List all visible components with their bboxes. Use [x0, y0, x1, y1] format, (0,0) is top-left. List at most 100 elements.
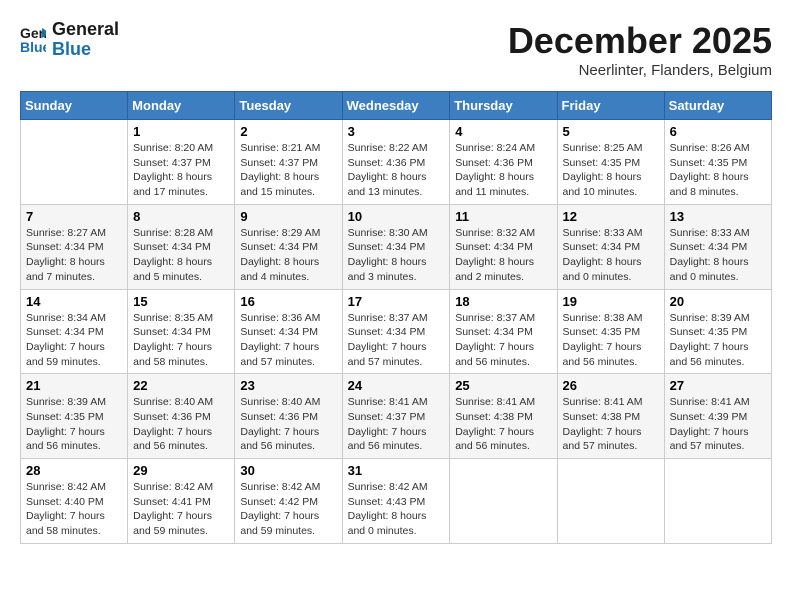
day-info: Sunrise: 8:42 AMSunset: 4:40 PMDaylight:… — [26, 480, 122, 539]
calendar-cell: 17Sunrise: 8:37 AMSunset: 4:34 PMDayligh… — [342, 289, 450, 374]
calendar-cell: 26 Sunrise: 8:41 AMSunset: 4:38 PMDayligh… — [557, 374, 664, 459]
day-info: Sunrise: 8:41 AMSunset: 4:38 PMDaylight:… — [563, 395, 659, 454]
day-info: Sunrise: 8:37 AMSunset: 4:34 PMDaylight:… — [348, 311, 445, 370]
day-number: 10 — [348, 209, 445, 224]
calendar-cell: 31 Sunrise: 8:42 AMSunset: 4:43 PMDayligh… — [342, 459, 450, 544]
calendar-cell: 12 Sunrise: 8:33 AMSunset: 4:34 PMDayligh… — [557, 204, 664, 289]
calendar-cell — [557, 459, 664, 544]
calendar-cell: 6 Sunrise: 8:26 AMSunset: 4:35 PMDaylight… — [664, 120, 771, 205]
calendar-week-4: 21 Sunrise: 8:39 AMSunset: 4:35 PMDayligh… — [21, 374, 772, 459]
day-info: Sunrise: 8:30 AMSunset: 4:34 PMDaylight:… — [348, 226, 445, 285]
day-number: 12 — [563, 209, 659, 224]
calendar-cell: 4 Sunrise: 8:24 AMSunset: 4:36 PMDaylight… — [450, 120, 557, 205]
day-number: 15 — [133, 294, 229, 309]
calendar-week-2: 7Sunrise: 8:27 AMSunset: 4:34 PMDaylight… — [21, 204, 772, 289]
day-info: Sunrise: 8:22 AMSunset: 4:36 PMDaylight:… — [348, 141, 445, 200]
calendar-cell: 9 Sunrise: 8:29 AMSunset: 4:34 PMDaylight… — [235, 204, 342, 289]
day-number: 3 — [348, 124, 445, 139]
day-number: 13 — [670, 209, 766, 224]
day-info: Sunrise: 8:25 AMSunset: 4:35 PMDaylight:… — [563, 141, 659, 200]
calendar-header-thursday: Thursday — [450, 92, 557, 120]
day-number: 26 — [563, 378, 659, 393]
day-info: Sunrise: 8:27 AMSunset: 4:34 PMDaylight:… — [26, 226, 122, 285]
calendar-cell: 7Sunrise: 8:27 AMSunset: 4:34 PMDaylight… — [21, 204, 128, 289]
day-number: 5 — [563, 124, 659, 139]
day-info: Sunrise: 8:20 AMSunset: 4:37 PMDaylight:… — [133, 141, 229, 200]
day-info: Sunrise: 8:33 AMSunset: 4:34 PMDaylight:… — [563, 226, 659, 285]
calendar-cell: 1 Sunrise: 8:20 AMSunset: 4:37 PMDaylight… — [128, 120, 235, 205]
day-info: Sunrise: 8:32 AMSunset: 4:34 PMDaylight:… — [455, 226, 551, 285]
calendar-body: 1 Sunrise: 8:20 AMSunset: 4:37 PMDaylight… — [21, 120, 772, 544]
day-number: 9 — [240, 209, 336, 224]
calendar-week-3: 14Sunrise: 8:34 AMSunset: 4:34 PMDayligh… — [21, 289, 772, 374]
calendar-header-row: SundayMondayTuesdayWednesdayThursdayFrid… — [21, 92, 772, 120]
calendar-cell: 27Sunrise: 8:41 AMSunset: 4:39 PMDayligh… — [664, 374, 771, 459]
day-info: Sunrise: 8:41 AMSunset: 4:37 PMDaylight:… — [348, 395, 445, 454]
calendar-cell — [664, 459, 771, 544]
day-number: 31 — [348, 463, 445, 478]
day-info: Sunrise: 8:34 AMSunset: 4:34 PMDaylight:… — [26, 311, 122, 370]
day-info: Sunrise: 8:42 AMSunset: 4:42 PMDaylight:… — [240, 480, 336, 539]
calendar-table: SundayMondayTuesdayWednesdayThursdayFrid… — [20, 91, 772, 544]
day-number: 23 — [240, 378, 336, 393]
day-info: Sunrise: 8:38 AMSunset: 4:35 PMDaylight:… — [563, 311, 659, 370]
location: Neerlinter, Flanders, Belgium — [508, 62, 772, 79]
calendar-cell: 30 Sunrise: 8:42 AMSunset: 4:42 PMDayligh… — [235, 459, 342, 544]
month-title: December 2025 — [508, 20, 772, 62]
calendar-cell: 2 Sunrise: 8:21 AMSunset: 4:37 PMDaylight… — [235, 120, 342, 205]
day-number: 18 — [455, 294, 551, 309]
logo-blue: Blue — [52, 40, 119, 60]
day-info: Sunrise: 8:21 AMSunset: 4:37 PMDaylight:… — [240, 141, 336, 200]
day-info: Sunrise: 8:35 AMSunset: 4:34 PMDaylight:… — [133, 311, 229, 370]
calendar-cell: 15 Sunrise: 8:35 AMSunset: 4:34 PMDayligh… — [128, 289, 235, 374]
day-info: Sunrise: 8:26 AMSunset: 4:35 PMDaylight:… — [670, 141, 766, 200]
calendar-header-friday: Friday — [557, 92, 664, 120]
calendar-cell: 23 Sunrise: 8:40 AMSunset: 4:36 PMDayligh… — [235, 374, 342, 459]
day-info: Sunrise: 8:39 AMSunset: 4:35 PMDaylight:… — [670, 311, 766, 370]
day-info: Sunrise: 8:29 AMSunset: 4:34 PMDaylight:… — [240, 226, 336, 285]
day-info: Sunrise: 8:42 AMSunset: 4:43 PMDaylight:… — [348, 480, 445, 539]
day-info: Sunrise: 8:24 AMSunset: 4:36 PMDaylight:… — [455, 141, 551, 200]
day-info: Sunrise: 8:33 AMSunset: 4:34 PMDaylight:… — [670, 226, 766, 285]
calendar-header-wednesday: Wednesday — [342, 92, 450, 120]
day-number: 2 — [240, 124, 336, 139]
day-number: 20 — [670, 294, 766, 309]
day-info: Sunrise: 8:41 AMSunset: 4:39 PMDaylight:… — [670, 395, 766, 454]
calendar-header-sunday: Sunday — [21, 92, 128, 120]
calendar-cell: 8Sunrise: 8:28 AMSunset: 4:34 PMDaylight… — [128, 204, 235, 289]
logo-general: General — [52, 20, 119, 40]
day-number: 30 — [240, 463, 336, 478]
day-info: Sunrise: 8:36 AMSunset: 4:34 PMDaylight:… — [240, 311, 336, 370]
logo-text: General Blue — [52, 20, 119, 60]
calendar-header-tuesday: Tuesday — [235, 92, 342, 120]
calendar-cell — [21, 120, 128, 205]
svg-text:Blue: Blue — [20, 39, 46, 55]
calendar-week-1: 1 Sunrise: 8:20 AMSunset: 4:37 PMDaylight… — [21, 120, 772, 205]
calendar-cell: 3 Sunrise: 8:22 AMSunset: 4:36 PMDaylight… — [342, 120, 450, 205]
calendar-cell: 5 Sunrise: 8:25 AMSunset: 4:35 PMDaylight… — [557, 120, 664, 205]
logo-graphic: Gen Blue — [20, 22, 46, 63]
day-info: Sunrise: 8:42 AMSunset: 4:41 PMDaylight:… — [133, 480, 229, 539]
calendar-cell: 18 Sunrise: 8:37 AMSunset: 4:34 PMDayligh… — [450, 289, 557, 374]
day-number: 22 — [133, 378, 229, 393]
day-number: 4 — [455, 124, 551, 139]
day-number: 19 — [563, 294, 659, 309]
day-info: Sunrise: 8:37 AMSunset: 4:34 PMDaylight:… — [455, 311, 551, 370]
day-number: 1 — [133, 124, 229, 139]
day-number: 8 — [133, 209, 229, 224]
day-number: 28 — [26, 463, 122, 478]
day-info: Sunrise: 8:40 AMSunset: 4:36 PMDaylight:… — [133, 395, 229, 454]
day-number: 24 — [348, 378, 445, 393]
calendar-cell: 11Sunrise: 8:32 AMSunset: 4:34 PMDayligh… — [450, 204, 557, 289]
logo: Gen Blue General Blue — [20, 20, 119, 63]
calendar-cell: 19 Sunrise: 8:38 AMSunset: 4:35 PMDayligh… — [557, 289, 664, 374]
day-number: 21 — [26, 378, 122, 393]
day-number: 29 — [133, 463, 229, 478]
day-info: Sunrise: 8:40 AMSunset: 4:36 PMDaylight:… — [240, 395, 336, 454]
calendar-cell: 16 Sunrise: 8:36 AMSunset: 4:34 PMDayligh… — [235, 289, 342, 374]
day-number: 6 — [670, 124, 766, 139]
day-number: 16 — [240, 294, 336, 309]
calendar-header-monday: Monday — [128, 92, 235, 120]
day-info: Sunrise: 8:39 AMSunset: 4:35 PMDaylight:… — [26, 395, 122, 454]
calendar-cell: 29 Sunrise: 8:42 AMSunset: 4:41 PMDayligh… — [128, 459, 235, 544]
